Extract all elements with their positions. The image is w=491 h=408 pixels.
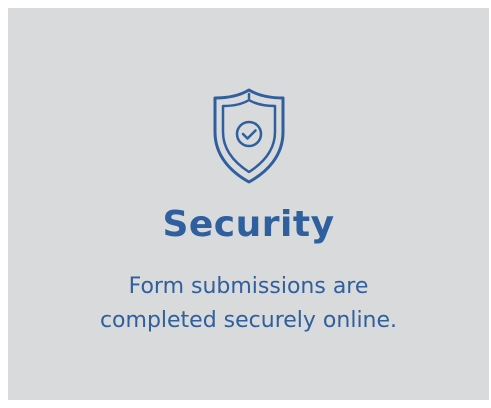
card-description: Form submissions are completed securely … [8,270,489,338]
shield-check-icon [209,86,289,186]
security-card: Security Form submissions are completed … [8,8,489,400]
card-description-line-2: completed securely online. [99,308,398,333]
card-description-line-1: Form submissions are [128,274,369,299]
card-title: Security [162,204,335,245]
